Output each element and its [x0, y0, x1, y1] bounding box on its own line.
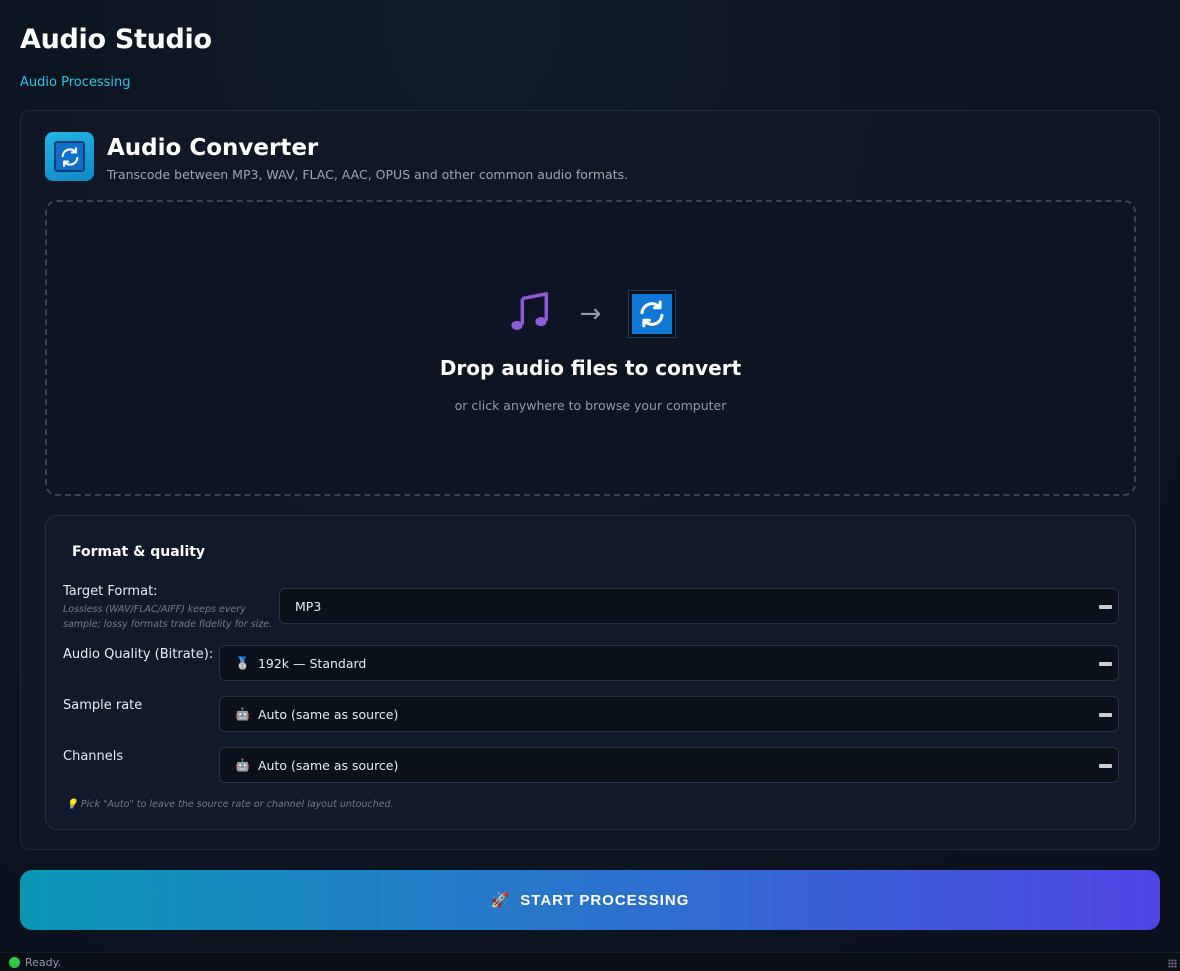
silver-medal-icon: 🥈 [235, 656, 250, 670]
dropdown-icon [1099, 605, 1112, 609]
resize-grip-icon[interactable] [1168, 959, 1177, 968]
tool-sync-icon [45, 132, 94, 181]
target-format-select[interactable]: MP3 [279, 588, 1119, 624]
status-text: Ready. [25, 955, 62, 969]
breadcrumb[interactable]: Audio Processing [20, 75, 131, 90]
channels-label: Channels [63, 749, 124, 764]
channels-value: Auto (same as source) [257, 757, 399, 773]
audio-quality-value: 192k — Standard [257, 655, 367, 671]
start-processing-button[interactable]: 🚀 START PROCESSING [20, 870, 1160, 930]
sample-rate-select[interactable]: 🤖 Auto (same as source) [219, 696, 1119, 732]
file-dropzone[interactable]: → Drop audio files to convert or click a… [45, 200, 1136, 496]
dropdown-icon [1099, 764, 1112, 768]
app-title: Audio Studio [20, 24, 212, 55]
tip-text: Pick "Auto" to leave the source rate or … [80, 799, 394, 810]
rocket-icon: 🚀 [490, 892, 511, 909]
status-bar: Ready. [0, 952, 1180, 971]
format-quality-section: Format & quality Target Format: Lossless… [45, 515, 1136, 830]
dropdown-icon [1099, 662, 1112, 666]
dropzone-subtitle: or click anywhere to browse your compute… [454, 398, 727, 413]
lightbulb-icon: 💡 [66, 799, 78, 810]
sample-rate-value: Auto (same as source) [257, 706, 399, 722]
arrow-right-icon: → [579, 299, 602, 329]
tool-description: Transcode between MP3, WAV, FLAC, AAC, O… [107, 167, 629, 182]
tool-title: Audio Converter [107, 135, 319, 161]
target-format-value: MP3 [295, 598, 322, 614]
target-format-label: Target Format: [63, 584, 158, 599]
status-indicator-icon [9, 956, 20, 968]
sample-rate-label: Sample rate [63, 698, 143, 713]
audio-quality-label: Audio Quality (Bitrate): [63, 647, 214, 662]
robot-icon: 🤖 [235, 707, 250, 721]
dropdown-icon [1099, 713, 1112, 717]
section-title: Format & quality [72, 544, 206, 560]
sync-icon [629, 291, 676, 337]
music-note-icon [506, 289, 552, 339]
robot-icon: 🤖 [235, 758, 250, 772]
auto-tip: 💡 Pick "Auto" to leave the source rate o… [66, 799, 394, 810]
converter-panel: Audio Converter Transcode between MP3, W… [20, 110, 1160, 850]
dropzone-title: Drop audio files to convert [439, 356, 742, 380]
channels-select[interactable]: 🤖 Auto (same as source) [219, 747, 1119, 783]
dropzone-icons: → [47, 290, 1134, 338]
start-processing-label: START PROCESSING [520, 891, 690, 909]
audio-quality-select[interactable]: 🥈 192k — Standard [219, 645, 1119, 681]
target-format-hint: Lossless (WAV/FLAC/AIFF) keeps every sam… [63, 604, 273, 630]
